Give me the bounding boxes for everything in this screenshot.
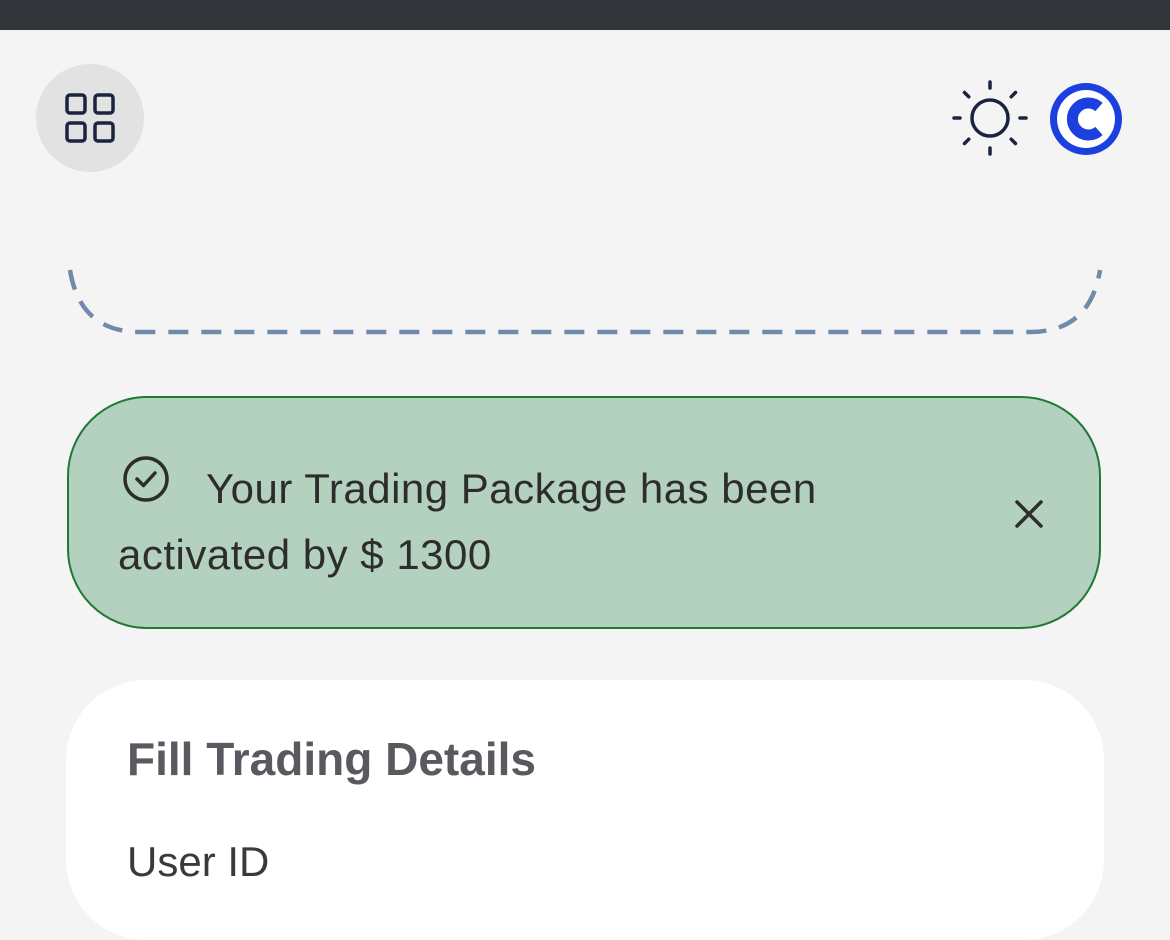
- alert-message: Your Trading Package has been activated …: [118, 465, 817, 578]
- theme-toggle-button[interactable]: [952, 80, 1028, 156]
- alert-close-button[interactable]: [1009, 494, 1049, 534]
- close-icon: [1015, 500, 1043, 528]
- dashed-decoration: [67, 269, 1103, 335]
- trading-details-card: Fill Trading Details User ID: [66, 680, 1104, 940]
- browser-top-bar: [0, 0, 1170, 30]
- c-logo-icon: [1050, 83, 1122, 155]
- card-title: Fill Trading Details: [127, 733, 536, 785]
- sun-icon: [952, 80, 1028, 156]
- grid-icon: [65, 93, 115, 143]
- success-alert: Your Trading Package has been activated …: [67, 396, 1101, 629]
- menu-button[interactable]: [36, 64, 144, 172]
- user-id-label: User ID: [127, 838, 270, 885]
- brand-logo[interactable]: [1047, 80, 1125, 158]
